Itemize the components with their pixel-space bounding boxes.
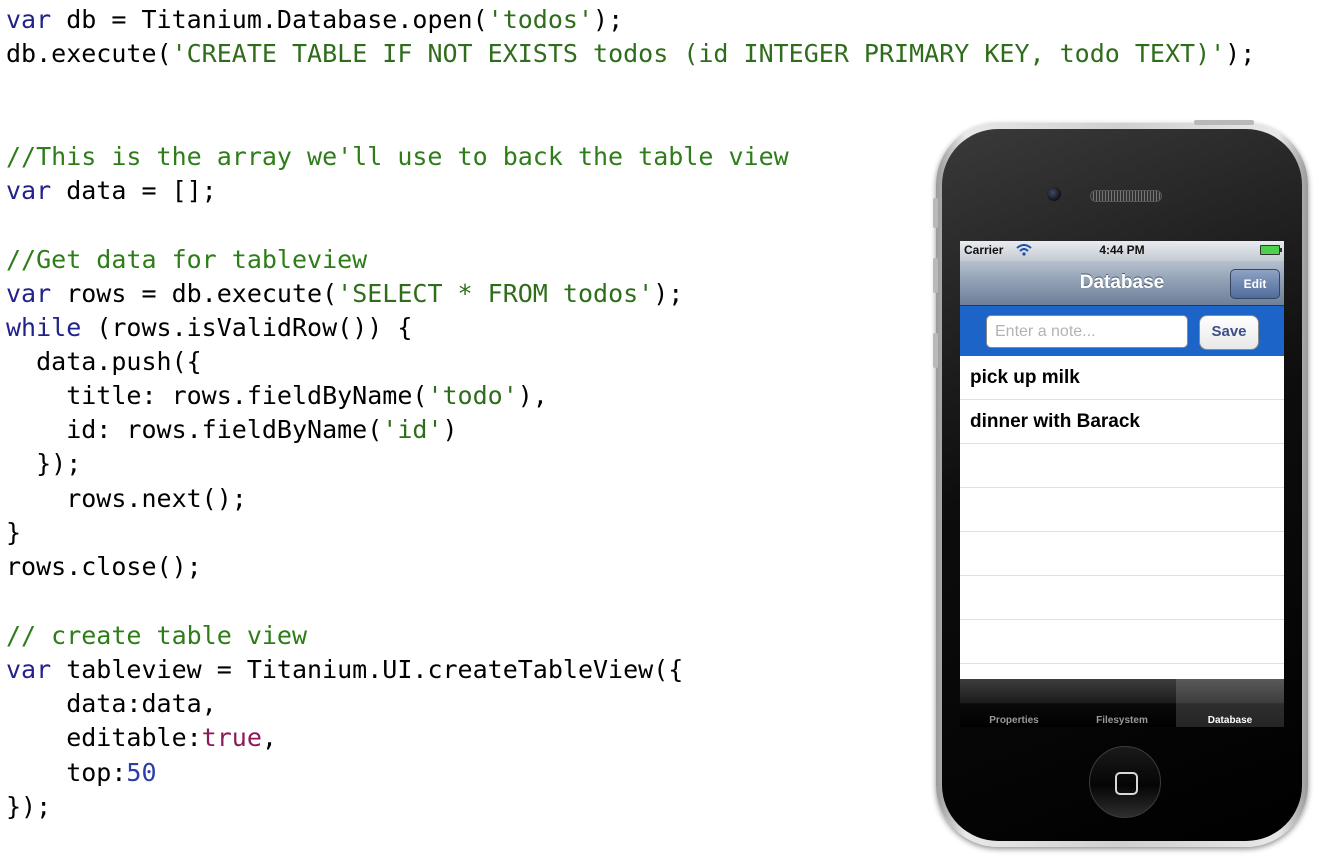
table-row[interactable]: pick up milk <box>960 356 1284 400</box>
code-line-10: id: rows.fieldByName('id') <box>6 414 458 446</box>
code-line-19: top:50 <box>6 757 157 789</box>
code-line-13: } <box>6 517 21 549</box>
table-row <box>960 488 1284 532</box>
home-button-icon[interactable] <box>1089 746 1161 818</box>
status-bar: Carrier 4:44 PM <box>960 241 1284 261</box>
camera-icon <box>1047 187 1061 201</box>
home-square-icon <box>1115 772 1138 795</box>
code-line-11: }); <box>6 448 81 480</box>
code-line-15-comment: // create table view <box>6 620 307 652</box>
sleep-button <box>1194 120 1254 125</box>
code-line-12: rows.next(); <box>6 483 247 515</box>
save-button[interactable]: Save <box>1199 315 1259 350</box>
note-input-bar: Enter a note... Save <box>960 306 1284 356</box>
code-line-17: data:data, <box>6 688 217 720</box>
battery-icon <box>1260 245 1280 255</box>
table-row <box>960 532 1284 576</box>
tab-database[interactable]: Database <box>1176 679 1284 727</box>
volume-down-button <box>933 333 938 368</box>
speaker-icon <box>1090 190 1162 202</box>
table-row <box>960 576 1284 620</box>
table-row[interactable]: dinner with Barack <box>960 400 1284 444</box>
tab-bar: Properties Filesystem Database <box>960 679 1284 727</box>
code-line-5-comment: //Get data for tableview <box>6 244 367 276</box>
code-line-16: var tableview = Titanium.UI.createTableV… <box>6 654 683 686</box>
todo-table: pick up milk dinner with Barack <box>960 356 1284 664</box>
phone-screen: Carrier 4:44 PM Database Edit Enter a no… <box>960 241 1284 727</box>
code-line-14: rows.close(); <box>6 551 202 583</box>
table-row <box>960 444 1284 488</box>
tab-filesystem[interactable]: Filesystem <box>1068 679 1176 727</box>
mute-switch <box>933 198 938 228</box>
code-line-18: editable:true, <box>6 722 277 754</box>
code-line-9: title: rows.fieldByName('todo'), <box>6 380 548 412</box>
navigation-bar: Database Edit <box>960 261 1284 306</box>
code-line-6: var rows = db.execute('SELECT * FROM tod… <box>6 278 683 310</box>
code-line-8: data.push({ <box>6 346 202 378</box>
code-line-1: var db = Titanium.Database.open('todos')… <box>6 4 623 36</box>
status-time: 4:44 PM <box>960 243 1284 257</box>
code-line-3-comment: //This is the array we'll use to back th… <box>6 141 789 173</box>
volume-up-button <box>933 258 938 293</box>
code-line-20: }); <box>6 791 51 823</box>
edit-button[interactable]: Edit <box>1230 269 1280 299</box>
table-row <box>960 620 1284 664</box>
tab-properties[interactable]: Properties <box>960 679 1068 727</box>
code-line-7: while (rows.isValidRow()) { <box>6 312 412 344</box>
code-line-2: db.execute('CREATE TABLE IF NOT EXISTS t… <box>6 38 1255 70</box>
code-line-4: var data = []; <box>6 175 217 207</box>
note-input[interactable]: Enter a note... <box>986 315 1188 348</box>
